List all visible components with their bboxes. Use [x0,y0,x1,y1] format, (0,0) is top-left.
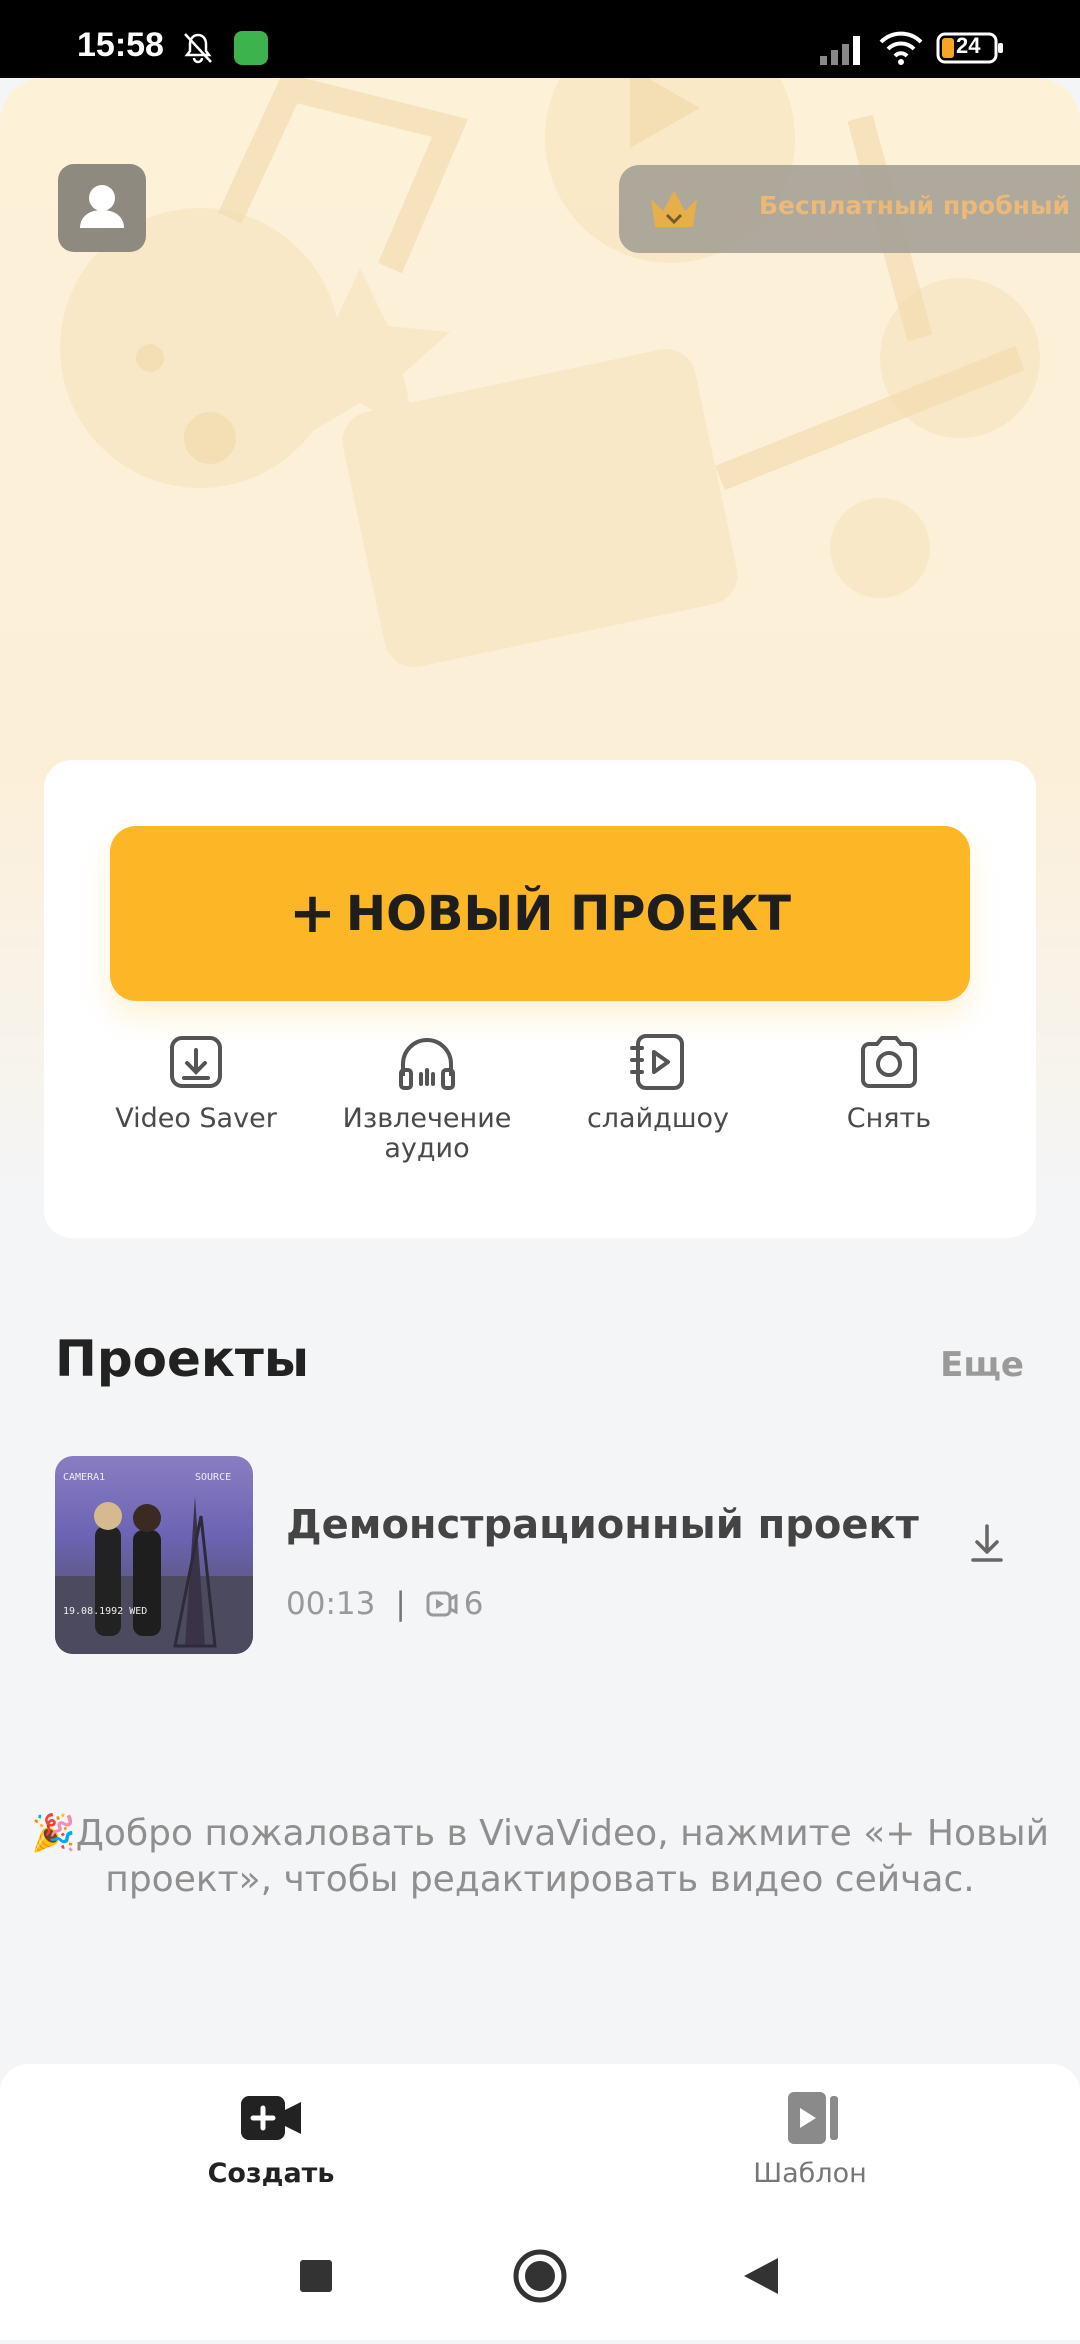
tool-slideshow[interactable]: слайдшоу [543,1030,773,1134]
camera-icon [861,1036,917,1088]
create-card: + НОВЫЙ ПРОЕКТ Video Saver Извлечение ау… [44,760,1036,1238]
tool-label: Video Saver [115,1103,277,1134]
projects-title: Проекты [55,1330,310,1388]
back-icon[interactable] [744,2258,778,2294]
tab-create[interactable]: Создать [161,2090,381,2189]
tool-video-saver[interactable]: Video Saver [81,1030,311,1134]
tab-template-label: Шаблон [753,2158,867,2189]
status-time: 15:58 [77,26,164,64]
tool-extract-audio[interactable]: Извлечение аудио [312,1030,542,1164]
bottom-tab-bar: Создать Шаблон [0,2064,1080,2213]
project-clip-count: 6 [463,1586,484,1622]
template-icon [788,2092,838,2144]
svg-text:CAMERA1: CAMERA1 [63,1472,105,1483]
battery-indicator: 24 [936,31,1006,65]
svg-text:19.08.1992 WED: 19.08.1992 WED [63,1606,147,1617]
app-notification-icon [234,31,268,65]
profile-button[interactable] [58,164,146,252]
plus-icon: + [288,880,336,946]
download-box-icon [170,1036,222,1088]
new-project-label: НОВЫЙ ПРОЕКТ [345,885,792,942]
project-thumbnail-image: CAMERA1 SOURCE 19.08.1992 WED [55,1472,253,1654]
video-clip-icon [426,1591,458,1617]
user-icon [80,185,124,228]
crown-icon [651,191,697,227]
tab-template[interactable]: Шаблон [700,2090,920,2189]
free-trial-label: Бесплатный пробный [759,191,1071,220]
status-bar: 15:58 24 [0,0,1080,78]
slideshow-icon [630,1034,684,1090]
project-meta: 00:13 | 6 [286,1586,484,1622]
signal-icon [820,36,860,65]
home-screen: Бесплатный пробный + НОВЫЙ ПРОЕКТ Video … [0,78,1080,2340]
headphones-icon [399,1038,455,1090]
meta-separator: | [395,1586,406,1622]
bell-muted-icon [184,33,212,64]
system-nav-buttons [300,2249,778,2303]
more-link[interactable]: Еще [940,1345,1024,1385]
download-icon[interactable] [967,1520,1007,1566]
project-item[interactable]: CAMERA1 SOURCE 19.08.1992 WED Демонстрац… [55,1456,1035,1656]
system-nav-bar [0,2212,1080,2340]
svg-text:SOURCE: SOURCE [195,1472,231,1483]
wifi-icon [879,31,923,65]
tool-label: Снять [846,1103,932,1134]
recent-apps-icon[interactable] [300,2260,332,2292]
project-duration: 00:13 [286,1586,376,1622]
tab-create-label: Создать [207,2158,335,2189]
video-add-icon [241,2096,301,2140]
battery-level: 24 [956,33,981,58]
tool-label: Извлечение аудио [342,1103,512,1164]
new-project-button[interactable]: + НОВЫЙ ПРОЕКТ [110,826,970,1001]
project-title: Демонстрационный проект [286,1502,919,1548]
home-icon[interactable] [513,2249,567,2303]
tool-label: слайдшоу [586,1103,730,1134]
free-trial-button[interactable]: Бесплатный пробный [619,165,1080,253]
project-thumbnail: CAMERA1 SOURCE 19.08.1992 WED [55,1456,253,1654]
tool-camera[interactable]: Снять [774,1030,1004,1134]
welcome-message: 🎉Добро пожаловать в VivaVideo, нажмите «… [30,1813,1050,1900]
